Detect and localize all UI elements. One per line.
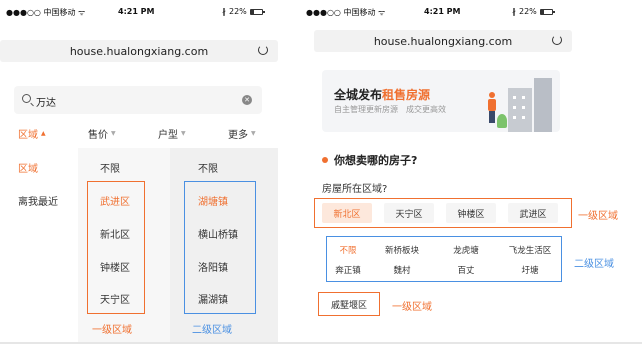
building-illustration-icon [508,88,532,132]
publish-banner[interactable]: 全城发布租售房源 自主管理更新房源 成交更高效 [322,70,560,132]
battery-percent: 22% [229,7,247,16]
battery-percent: 22% [519,7,537,16]
district-item[interactable]: 不限 [100,160,120,175]
battery-icon [539,8,555,15]
town-option[interactable]: 飞龙生活区 [502,244,558,256]
status-bar: ●●●○○ 中国移动 ᯤ 4:21 PM ∦ 22% [0,0,278,22]
caret-up-icon: ▲ [41,130,46,137]
reload-icon[interactable] [258,45,268,55]
sell-question-heading: 你想卖哪的房子? [322,152,417,168]
battery-indicator: ∦ 22% [222,7,265,16]
town-item[interactable]: 不限 [198,160,218,175]
town-option[interactable]: 奔正镇 [320,264,376,276]
caret-down-icon: ▼ [181,130,186,137]
banner-title: 全城发布租售房源 [334,88,431,102]
banner-subtitle: 自主管理更新房源 成交更高效 [334,105,446,114]
caret-down-icon: ▼ [111,130,116,137]
town-option[interactable]: 圩塘 [502,264,558,276]
url-text: house.hualongxiang.com [373,34,513,48]
level2-highlight-box [184,181,256,314]
carrier-label: ●●●○○ 中国移动 ᯤ [6,8,86,17]
battery-icon [249,8,265,15]
search-input[interactable]: 万达 ✕ [14,86,262,114]
level2-caption: 二级区域 [574,259,614,270]
town-option[interactable]: 魏村 [374,264,430,276]
battery-indicator: ∦ 22% [512,7,555,16]
town-option-selected[interactable]: 不限 [320,244,376,256]
person-illustration-icon [487,92,497,124]
bluetooth-icon: ∦ [512,7,516,16]
clear-icon[interactable]: ✕ [242,95,252,105]
tab-area[interactable]: 区域 ▲ [18,126,46,141]
tab-price[interactable]: 售价 ▼ [88,126,116,141]
carrier-label: ●●●○○ 中国移动 ᯤ [306,8,386,17]
search-value: 万达 [36,98,56,109]
url-bar[interactable]: house.hualongxiang.com [314,30,572,52]
tab-more[interactable]: 更多 ▼ [228,126,256,141]
level1-caption: 一级区域 [92,325,132,336]
reload-icon[interactable] [552,35,562,45]
bullet-dot-icon [322,157,328,163]
time-label: 4:21 PM [118,7,155,16]
bluetooth-icon: ∦ [222,7,226,16]
level1-highlight-box [87,181,145,314]
tab-layout[interactable]: 户型 ▼ [158,126,186,141]
search-icon [22,94,31,103]
tower-illustration-icon [534,78,552,132]
district-chip[interactable]: 武进区 [508,203,558,223]
filter-type-area[interactable]: 区域 [18,160,38,175]
town-option[interactable]: 新桥板块 [374,244,430,256]
level1-caption-bottom: 一级区域 [392,302,432,313]
url-text: house.hualongxiang.com [69,44,209,58]
plant-illustration-icon [497,114,507,128]
district-chip-selected[interactable]: 新北区 [322,203,372,223]
level2-caption: 二级区域 [192,325,232,336]
district-chip[interactable]: 钟楼区 [446,203,496,223]
filter-type-nearby[interactable]: 离我最近 [18,193,58,208]
filter-tabs: 区域 ▲ 售价 ▼ 户型 ▼ 更多 ▼ [0,126,278,146]
url-bar[interactable]: house.hualongxiang.com [0,40,278,62]
level1-caption: 一级区域 [578,211,618,222]
district-chip[interactable]: 天宁区 [384,203,434,223]
filter-type-column: 区域 离我最近 [0,148,78,344]
right-phone-screen: ●●●○○ 中国移动 ᯤ 4:21 PM ∦ 22% house.hualong… [306,0,572,344]
status-bar: ●●●○○ 中国移动 ᯤ 4:21 PM ∦ 22% [306,0,566,22]
town-option[interactable]: 龙虎塘 [438,244,494,256]
caret-down-icon: ▼ [251,130,256,137]
time-label: 4:21 PM [424,7,461,16]
left-phone-screen: ●●●○○ 中国移动 ᯤ 4:21 PM ∦ 22% house.hualong… [0,0,278,344]
town-option[interactable]: 百丈 [438,264,494,276]
district-chip-bottom[interactable]: 戚墅堰区 [318,292,380,316]
area-prompt: 房屋所在区域? [322,184,388,195]
